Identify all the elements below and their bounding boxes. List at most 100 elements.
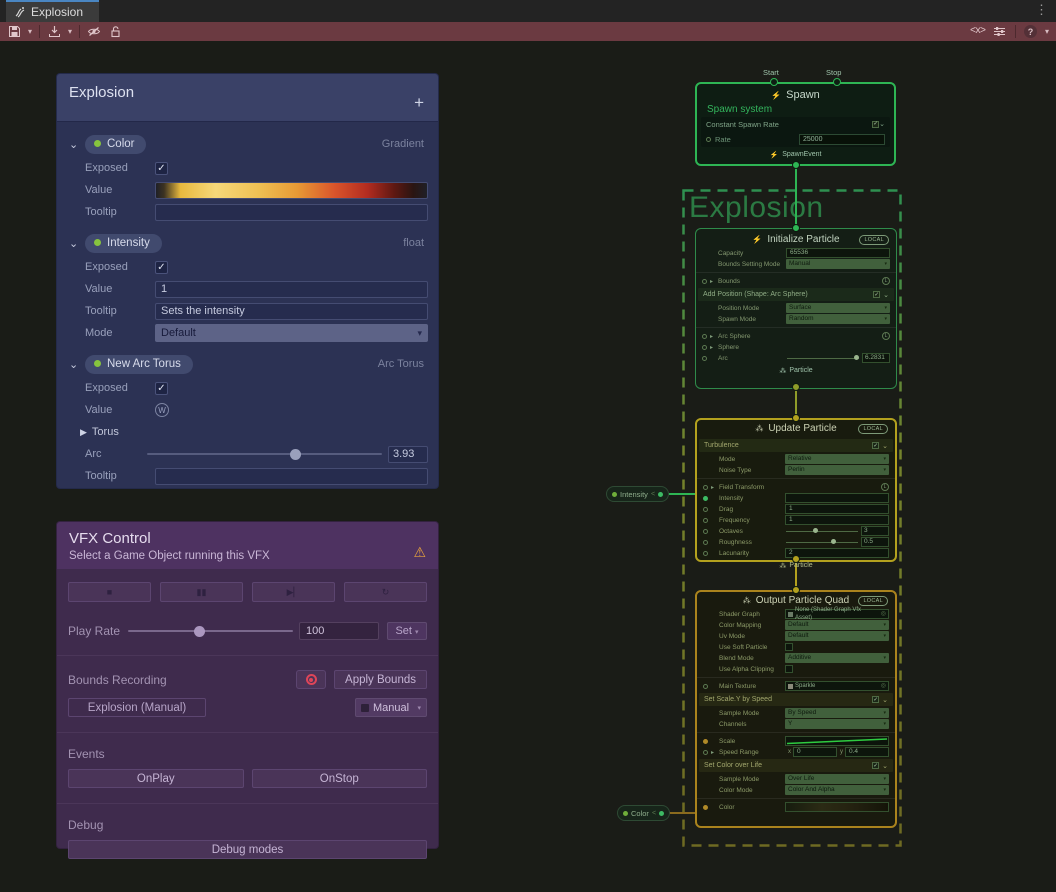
chevron-down-icon[interactable]: ⌄ — [882, 696, 888, 704]
color-mapping-dropdown[interactable]: Default ▾ — [785, 620, 889, 630]
arc-value-input[interactable]: 3.93 — [388, 446, 428, 463]
initialize-output-port[interactable] — [792, 383, 800, 391]
chevron-down-icon[interactable]: ⌄ — [879, 120, 885, 128]
foldout-icon[interactable]: ▸ — [710, 344, 715, 351]
local-space-icon[interactable]: L — [882, 277, 890, 285]
scale-port[interactable] — [703, 739, 708, 744]
value-input[interactable]: 1 — [155, 281, 428, 298]
show-generated-code-icon[interactable]: <x> — [970, 24, 985, 39]
stop-button[interactable]: ■ — [68, 582, 151, 602]
object-picker-icon[interactable]: ◎ — [881, 682, 886, 690]
param-pill-intensity[interactable]: Intensity — [85, 234, 162, 253]
settings-sliders-icon[interactable] — [993, 24, 1007, 39]
color-gradient-field[interactable] — [785, 802, 889, 812]
chevron-down-icon[interactable]: ⌄ — [69, 237, 85, 250]
tooltip-input[interactable]: Sets the intensity — [155, 303, 428, 320]
bounds-target-button[interactable]: Explosion (Manual) — [68, 698, 206, 717]
collapse-icon[interactable]: < — [651, 491, 655, 498]
octaves-port[interactable] — [703, 529, 708, 534]
spawn-output-port[interactable] — [792, 161, 800, 169]
position-mode-dropdown[interactable]: Surface ▾ — [786, 303, 890, 313]
speed-range-port[interactable] — [703, 750, 708, 755]
set-play-rate-button[interactable]: Set ▾ — [387, 622, 427, 640]
spawn-node[interactable]: ⚡ Spawn Spawn system Constant Spawn Rate… — [695, 82, 896, 166]
color-output-port[interactable] — [659, 811, 664, 816]
roughness-slider[interactable] — [786, 537, 858, 547]
intensity-parameter-node[interactable]: Intensity < — [606, 486, 669, 502]
tooltip-input[interactable] — [155, 204, 428, 221]
sample-mode-dropdown[interactable]: By Speed ▾ — [785, 708, 889, 718]
foldout-icon[interactable]: ▸ — [710, 333, 715, 340]
bounds-mode-dropdown[interactable]: Manual ▾ — [355, 698, 427, 717]
turbulence-block-header[interactable]: Turbulence ✓ ⌄ — [699, 439, 893, 452]
edge-intensity-param[interactable] — [669, 493, 696, 495]
onplay-button[interactable]: OnPlay — [68, 769, 244, 788]
system-title[interactable]: Explosion — [689, 191, 824, 225]
block-enabled-checkbox[interactable]: ✓ — [872, 121, 879, 128]
foldout-icon[interactable]: ▸ — [711, 749, 716, 756]
chevron-down-icon[interactable]: ⌄ — [883, 291, 889, 299]
chevron-down-icon[interactable]: ⌄ — [882, 442, 888, 450]
tooltip-input[interactable] — [155, 468, 428, 485]
intensity-input[interactable] — [785, 493, 889, 503]
apply-bounds-button[interactable]: Apply Bounds — [334, 670, 427, 689]
block-enabled-checkbox[interactable]: ✓ — [872, 442, 879, 449]
lacunarity-input[interactable]: 2 — [785, 548, 889, 558]
blackboard-header[interactable]: Explosion + — [57, 74, 438, 122]
block-enabled-checkbox[interactable]: ✓ — [872, 762, 879, 769]
exposed-checkbox[interactable]: ✓ — [155, 261, 168, 274]
initialize-input-port[interactable] — [792, 224, 800, 232]
row-torus-foldout[interactable]: ▶ Torus — [80, 423, 428, 441]
tab-explosion[interactable]: Explosion — [6, 0, 99, 22]
edge-color-param[interactable] — [669, 812, 696, 814]
arc-value-input[interactable]: 6.2831 — [862, 353, 890, 363]
update-output-port[interactable] — [792, 555, 800, 563]
capacity-input[interactable]: 65536 — [786, 248, 890, 258]
start-port[interactable] — [770, 78, 778, 86]
compile-dropdown-icon[interactable]: ▾ — [68, 27, 72, 36]
mode-dropdown[interactable]: Default ▾ — [155, 324, 428, 342]
compile-icon[interactable] — [47, 24, 61, 39]
gradient-value-field[interactable] — [155, 182, 428, 199]
help-icon[interactable]: ? — [1024, 25, 1037, 38]
block-enabled-checkbox[interactable]: ✓ — [873, 291, 880, 298]
collapse-icon[interactable]: < — [652, 810, 656, 817]
slider-thumb[interactable] — [194, 626, 205, 637]
constant-spawn-rate-block[interactable]: Constant Spawn Rate ✓ ⌄ Rate 25000 — [701, 117, 890, 147]
local-space-badge[interactable]: LOCAL — [858, 596, 888, 606]
foldout-icon[interactable]: ▸ — [711, 484, 716, 491]
main-texture-object-field[interactable]: Sparkle ◎ — [785, 681, 889, 691]
block-enabled-checkbox[interactable]: ✓ — [872, 696, 879, 703]
noise-type-dropdown[interactable]: Perlin ▾ — [785, 465, 889, 475]
local-space-badge[interactable]: LOCAL — [859, 235, 889, 245]
speed-range-y-input[interactable]: 0.4 — [845, 747, 889, 757]
alpha-clipping-checkbox[interactable] — [785, 665, 793, 673]
drag-input[interactable]: 1 — [785, 504, 889, 514]
lacunarity-port[interactable] — [703, 551, 708, 556]
set-scale-block-header[interactable]: Set Scale.Y by Speed ✓ ⌄ — [699, 693, 893, 706]
spawn-system-label[interactable]: Spawn system — [707, 104, 894, 115]
add-parameter-button[interactable]: + — [414, 94, 424, 111]
edge-spawn-to-initialize[interactable] — [795, 165, 797, 231]
bounds-port[interactable] — [702, 279, 707, 284]
intensity-output-port[interactable] — [658, 492, 663, 497]
intensity-port[interactable] — [703, 496, 708, 501]
scale-curve-field[interactable] — [785, 736, 889, 746]
lock-icon[interactable] — [108, 24, 122, 39]
record-bounds-button[interactable] — [296, 670, 326, 689]
spawn-mode-dropdown[interactable]: Random ▾ — [786, 314, 890, 324]
mode-dropdown[interactable]: Relative ▾ — [785, 454, 889, 464]
play-rate-input[interactable]: 100 — [299, 622, 379, 640]
arc-slider[interactable] — [147, 445, 382, 463]
step-button[interactable]: ▶▏ — [252, 582, 335, 602]
arc-port[interactable] — [702, 356, 707, 361]
window-menu-icon[interactable]: ⋮ — [1035, 2, 1048, 18]
help-dropdown-icon[interactable]: ▾ — [1045, 27, 1049, 36]
chevron-down-icon[interactable]: ⌄ — [882, 762, 888, 770]
exposed-checkbox[interactable]: ✓ — [155, 162, 168, 175]
frequency-port[interactable] — [703, 518, 708, 523]
exposed-checkbox[interactable]: ✓ — [155, 382, 168, 395]
set-color-block-header[interactable]: Set Color over Life ✓ ⌄ — [699, 759, 893, 772]
local-space-icon[interactable]: L — [881, 483, 889, 491]
arc-sphere-port[interactable] — [702, 334, 707, 339]
